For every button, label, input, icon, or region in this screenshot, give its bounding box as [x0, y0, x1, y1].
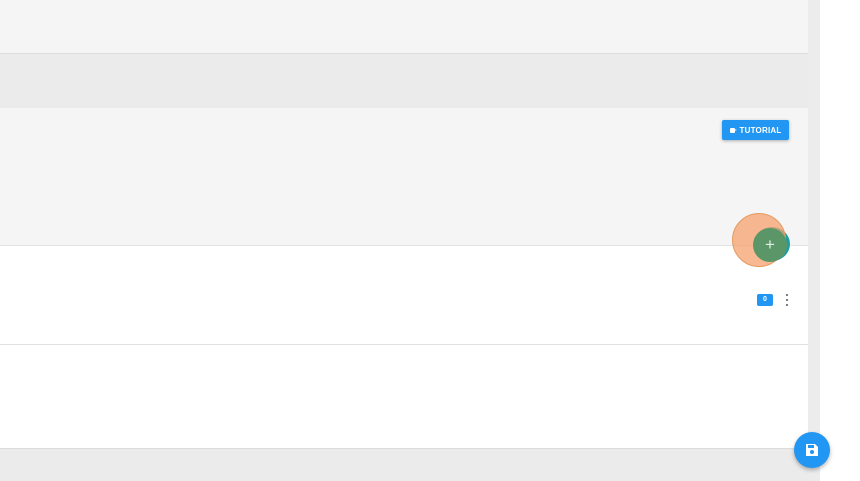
tutorial-button[interactable]: TUTORIAL: [722, 120, 789, 140]
app-content: TUTORIAL 0: [0, 0, 808, 481]
tutorial-label: TUTORIAL: [739, 125, 782, 135]
vertical-scrollbar[interactable]: [808, 0, 820, 481]
window-margin: [820, 0, 860, 481]
list-item[interactable]: [0, 345, 808, 449]
top-bar: [0, 0, 808, 54]
video-camera-icon: [729, 127, 737, 133]
count-badge: 0: [757, 294, 773, 306]
section-band: [0, 54, 808, 108]
more-vert-icon[interactable]: [783, 293, 791, 307]
save-icon: [806, 444, 818, 456]
list-item[interactable]: [0, 246, 808, 345]
bottom-bar: [0, 449, 808, 481]
save-button[interactable]: [794, 432, 830, 468]
header-panel: [0, 108, 808, 246]
add-fab[interactable]: +: [732, 213, 790, 267]
plus-icon[interactable]: +: [753, 228, 787, 262]
